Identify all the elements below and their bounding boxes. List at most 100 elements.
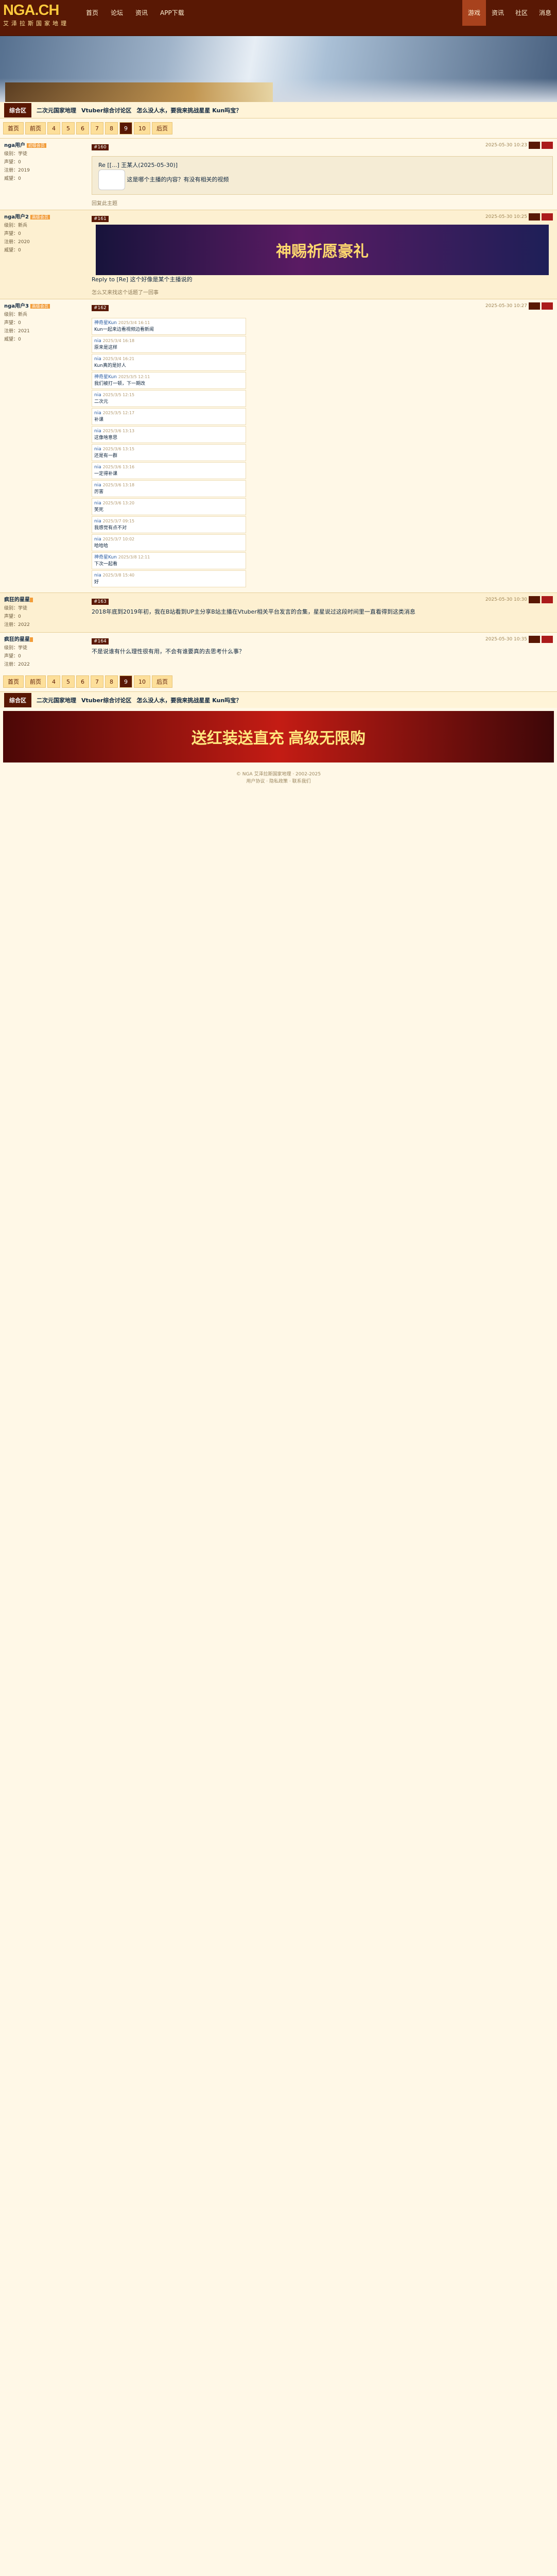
page-link[interactable]: 10 [134, 122, 150, 134]
page-link[interactable]: 8 [105, 122, 118, 134]
floor-number[interactable]: #164 [92, 638, 109, 645]
comment-author[interactable]: nia [94, 429, 101, 434]
reply-button[interactable] [529, 636, 540, 643]
floor-number[interactable]: #163 [92, 599, 109, 605]
bottom-forum-badge[interactable]: 综合区 [4, 692, 31, 707]
user-stat: 声望：0 [4, 654, 21, 659]
top-bar: NGA.CH 艾泽拉斯国家地理 首页 论坛 资讯 APP下载 游戏 资讯 社区 … [0, 0, 557, 36]
comment-author[interactable]: nia [94, 447, 101, 452]
page-link[interactable]: 7 [91, 675, 103, 688]
menu-button[interactable] [542, 636, 553, 643]
comment-time: 2025/3/6 13:13 [102, 429, 135, 433]
comment-author[interactable]: nia [94, 357, 101, 362]
user-stat: 声望：0 [4, 614, 21, 619]
comment-text: 厉害 [94, 489, 104, 495]
page-link[interactable]: 后页 [152, 122, 172, 134]
post-body: #164 2025-05-30 10:35 不是说谁有什么理性很有用，不会有谁要… [88, 633, 557, 672]
page-link[interactable]: 4 [47, 122, 60, 134]
floor-number[interactable]: #161 [92, 216, 109, 222]
menu-button[interactable] [542, 213, 553, 221]
nav-forum[interactable]: 论坛 [105, 0, 129, 26]
footer-links[interactable]: 用户协议 · 隐私政策 · 联系我们 [0, 778, 557, 785]
page-link[interactable]: 5 [62, 122, 75, 134]
page-link[interactable]: 前页 [25, 122, 46, 134]
menu-button[interactable] [542, 302, 553, 310]
breadcrumb-item-2[interactable]: Vtuber综合讨论区 [81, 106, 131, 114]
nav-game[interactable]: 游戏 [462, 0, 486, 26]
reply-button[interactable] [529, 302, 540, 310]
nav-info[interactable]: 资讯 [486, 0, 510, 26]
comment-author[interactable]: nia [94, 338, 101, 344]
nav-app[interactable]: APP下载 [154, 0, 190, 26]
user-stat: 声望：0 [4, 320, 21, 326]
comment-author[interactable]: nia [94, 537, 101, 542]
post-actions [529, 302, 553, 310]
comment-author[interactable]: 神奇星Kun [94, 555, 117, 560]
nav-news[interactable]: 资讯 [129, 0, 154, 26]
menu-button[interactable] [542, 596, 553, 603]
page-link[interactable]: 4 [47, 675, 60, 688]
breadcrumb-item-1[interactable]: 二次元国家地理 [37, 106, 76, 114]
comment-author[interactable]: nia [94, 465, 101, 470]
comment-author[interactable]: nia [94, 393, 101, 398]
menu-button[interactable] [542, 142, 553, 149]
comment-author[interactable]: 神奇星Kun [94, 375, 117, 380]
post-date: 2025-05-30 10:30 [485, 597, 527, 602]
comment-author[interactable]: nia [94, 519, 101, 524]
user-level-badge: 高级会员 [30, 215, 50, 219]
nav-home[interactable]: 首页 [80, 0, 105, 26]
user-level-badge [30, 637, 33, 642]
ad-banner[interactable]: 神赐祈愿豪礼 [96, 225, 549, 275]
breadcrumb-forum-badge[interactable]: 综合区 [4, 103, 31, 117]
username[interactable]: nga用户3 [4, 303, 29, 309]
user-level-badge: 高级会员 [30, 304, 50, 309]
bottom-breadcrumb-item-2[interactable]: Vtuber综合讨论区 [81, 696, 131, 704]
comment-text: Kun真的是好人 [94, 363, 126, 368]
floor-number[interactable]: #162 [92, 305, 109, 311]
comment-text: 还是有一群 [94, 453, 118, 459]
reply-button[interactable] [529, 213, 540, 221]
floor-number[interactable]: #160 [92, 144, 109, 150]
reply-button[interactable] [529, 596, 540, 603]
user-stat: 级别：学徒 [4, 606, 28, 611]
username[interactable]: 疯狂的星星 [4, 637, 30, 642]
bottom-ad-banner[interactable]: 送红装送直充 高级无限购 [3, 711, 554, 762]
page-link[interactable]: 9 [119, 122, 132, 134]
bottom-ad-text: 送红装送直充 高级无限购 [191, 730, 366, 747]
page-link[interactable]: 5 [62, 675, 75, 688]
page-link[interactable]: 10 [134, 675, 150, 688]
comment-author[interactable]: nia [94, 573, 101, 578]
page-link[interactable]: 6 [76, 675, 89, 688]
page-link[interactable]: 后页 [152, 675, 172, 688]
quote-block: Re [[...] 王某人(2025-05-30)] 这是哪个主播的内容？有没有… [92, 156, 553, 195]
page-link[interactable]: 7 [91, 122, 103, 134]
nav-community[interactable]: 社区 [510, 0, 533, 26]
post-date: 2025-05-30 10:27 [485, 303, 527, 309]
comment-time: 2025/3/6 13:20 [102, 501, 135, 505]
comment-author[interactable]: nia [94, 483, 101, 488]
nav-messages[interactable]: 消息 [533, 0, 557, 26]
comment-author[interactable]: nia [94, 501, 101, 506]
username[interactable]: nga用户2 [4, 214, 29, 220]
bottom-breadcrumb-item-3[interactable]: 怎么没人水，要我来挑战星星 Kun吗宝？ [136, 696, 241, 704]
post-actions [529, 596, 553, 603]
comment-author[interactable]: 神奇星Kun [94, 320, 117, 326]
reply-button[interactable] [529, 142, 540, 149]
page-link[interactable]: 首页 [3, 675, 24, 688]
comment-time: 2025/3/6 13:15 [102, 447, 135, 451]
page-link[interactable]: 9 [119, 675, 132, 688]
page-link[interactable]: 8 [105, 675, 118, 688]
page-link[interactable]: 首页 [3, 122, 24, 134]
username[interactable]: 疯狂的星星 [4, 597, 30, 603]
logo-subtitle: 艾泽拉斯国家地理 [3, 20, 69, 27]
post: nga用户2 高级会员 级别：新兵 声望：0 注册：2020 威望：0 #161 202… [0, 210, 557, 299]
page-link[interactable]: 6 [76, 122, 89, 134]
breadcrumb-item-3[interactable]: 怎么没人水，要我来挑战星星 Kun吗宝？ [136, 106, 241, 114]
username[interactable]: nga用户 [4, 143, 25, 148]
comment-author[interactable]: nia [94, 411, 101, 416]
bottom-breadcrumb-item-1[interactable]: 二次元国家地理 [37, 696, 76, 704]
site-logo[interactable]: NGA.CH 艾泽拉斯国家地理 [3, 2, 73, 33]
comment-item: nia 2025/3/6 13:13 这像啥意思 [92, 426, 246, 443]
comment-text: 二次元 [94, 399, 109, 404]
page-link[interactable]: 前页 [25, 675, 46, 688]
